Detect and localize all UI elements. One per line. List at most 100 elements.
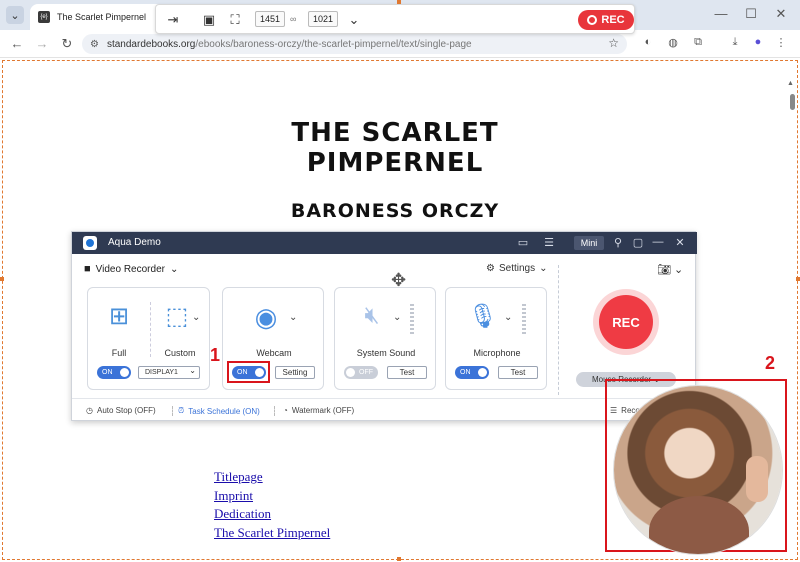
footer-separator [274, 406, 275, 416]
aqua-window-title: Aqua Demo [108, 237, 161, 248]
pin-icon[interactable]: ⚲ [610, 236, 626, 249]
scroll-thumb[interactable] [790, 94, 795, 110]
aqua-demo-window: Aqua Demo ▭ ☰ Mini ⚲ ▢ — ✕ ■ Video Recor… [71, 231, 697, 422]
toolbar-rec-button[interactable]: REC [578, 10, 634, 30]
watermark-button[interactable]: ◔ Watermark (OFF) [283, 406, 354, 415]
region-resize-handle[interactable] [0, 277, 4, 281]
toc-link[interactable]: Dedication [214, 505, 330, 524]
tab-title: The Scarlet Pimpernel [57, 12, 147, 22]
link-icon: ∞ [290, 14, 297, 24]
region-width-input[interactable]: 1451 [255, 11, 285, 27]
address-toolbar: ← → ↻ ⚙ standardebooks.org/ebooks/barone… [0, 30, 800, 58]
task-schedule-button[interactable]: ⏰︎ Task Schedule (ON) [178, 406, 260, 416]
webcam-person-hand [746, 456, 768, 502]
system-sound-card: 🔇︎ ⌄ System Sound OFF Test [334, 287, 436, 390]
book-author: BARONESS ORCZY [290, 200, 500, 222]
clock-icon: ◷ [86, 406, 93, 415]
browser-menu-icon[interactable]: ⋮ [773, 36, 789, 49]
region-resize-handle[interactable] [397, 0, 401, 4]
mini-mode-button[interactable]: Mini [574, 236, 604, 250]
chevron-down-icon[interactable]: ⌄ [504, 312, 512, 323]
display-select[interactable]: DISPLAY1 ⌄ [138, 366, 200, 379]
compact-view-icon[interactable]: ▢ [630, 236, 646, 249]
video-recorder-dropdown[interactable]: ■ Video Recorder ⌄ [84, 263, 178, 275]
toc-link[interactable]: The Scarlet Pimpernel [214, 524, 330, 543]
aqua-footer: ◷ Auto Stop (OFF) ⏰︎ Task Schedule (ON) ◔ W… [72, 398, 697, 422]
toc-link[interactable]: Titlepage [214, 468, 330, 487]
reload-icon[interactable]: ↻ [58, 36, 76, 52]
custom-label: Custom [164, 348, 196, 358]
region-height-input[interactable]: 1021 [308, 11, 338, 27]
region-resize-handle[interactable] [796, 277, 800, 281]
webcam-person-body [649, 496, 749, 554]
close-window-icon[interactable]: ✕ [771, 6, 791, 22]
webcam-icon[interactable]: ◉ [249, 302, 283, 333]
extension-icon[interactable]: ◐ [640, 36, 656, 48]
close-icon[interactable]: ✕ [672, 236, 688, 249]
microphone-toggle[interactable]: ON [455, 366, 489, 379]
collapse-toolbar-icon[interactable]: ⇥ [164, 12, 182, 28]
book-title: THE SCARLET PIMPERNEL [291, 118, 499, 178]
full-label: Full [111, 348, 127, 358]
menu-icon[interactable]: ☰ [541, 236, 557, 249]
tab-search-chevron-icon[interactable]: ⌄ [6, 6, 24, 24]
url-text: standardebooks.org/ebooks/baroness-orczy… [106, 38, 472, 50]
feedback-icon[interactable]: ▭ [515, 236, 531, 249]
back-arrow-icon[interactable]: ← [8, 36, 26, 51]
system-sound-label: System Sound [356, 348, 416, 358]
chevron-down-icon: ⌄ [539, 263, 548, 274]
alarm-clock-icon: ⏰︎ [178, 406, 185, 415]
table-of-contents: Titlepage Imprint Dedication The Scarlet… [214, 468, 330, 542]
chevron-down-icon[interactable]: ⌄ [192, 312, 200, 323]
microphone-test-button[interactable]: Test [498, 366, 538, 379]
toc-link[interactable]: Imprint [214, 487, 330, 506]
footer-separator [172, 406, 173, 416]
fullscreen-region-icon[interactable]: ▣ [200, 12, 218, 28]
chevron-down-icon[interactable]: ⌄ [289, 312, 297, 323]
region-resize-handle[interactable] [397, 557, 401, 561]
download-icon[interactable]: ⤓ [727, 36, 743, 49]
recording-region-toolbar: ⇥ ▣ ⛶ 1451 ∞ 1021 ⌄ REC [155, 4, 635, 34]
speaker-muted-icon[interactable]: 🔇︎ [355, 302, 389, 330]
auto-stop-button[interactable]: ◷ Auto Stop (OFF) [86, 406, 156, 415]
extensions-menu-icon[interactable]: ⧉ [690, 36, 706, 49]
display-toggle[interactable]: ON [97, 366, 131, 379]
annotation-number-1: 1 [210, 345, 221, 365]
profile-avatar-icon[interactable]: ● [750, 36, 766, 48]
full-screen-icon[interactable]: ⊞ [104, 302, 134, 331]
custom-region-icon[interactable]: ⬚ [162, 302, 192, 331]
settings-dropdown[interactable]: ⚙ Settings ⌄ [486, 263, 548, 274]
webcam-preview[interactable] [614, 386, 782, 554]
site-info-icon[interactable]: ⚙ [90, 39, 99, 50]
minimize-icon[interactable]: — [650, 236, 666, 248]
maximize-window-icon[interactable]: ☐ [741, 6, 761, 22]
webcam-setting-button[interactable]: Setting [275, 366, 315, 379]
page-scrollbar[interactable]: ▲ [787, 80, 797, 560]
scroll-up-arrow-icon[interactable]: ▲ [787, 80, 794, 87]
volume-level-bar [410, 304, 414, 334]
chevron-down-icon[interactable]: ⌄ [393, 312, 401, 323]
card-divider [150, 302, 151, 357]
chevron-down-icon[interactable]: ⌄ [345, 12, 363, 28]
minimize-window-icon[interactable]: — [711, 6, 731, 21]
record-dot-icon [587, 15, 598, 25]
microphone-icon[interactable]: 🎙︎ [466, 302, 500, 331]
extension-puzzle-icon[interactable]: ◍ [665, 36, 681, 49]
site-favicon-icon: {e} [38, 11, 50, 23]
aqua-titlebar: Aqua Demo ▭ ☰ Mini ⚲ ▢ — ✕ [72, 232, 697, 254]
system-sound-toggle[interactable]: OFF [344, 366, 378, 379]
rec-button[interactable]: REC [593, 289, 659, 355]
gear-icon: ⚙ [486, 263, 495, 274]
fit-region-icon[interactable]: ⛶ [226, 12, 244, 28]
url-omnibox[interactable]: ⚙ standardebooks.org/ebooks/baroness-orc… [82, 34, 627, 54]
screenshot-camera-icon[interactable]: 📷︎ ⌄ [657, 263, 683, 276]
video-camera-icon: ■ [84, 263, 91, 275]
aqua-logo-icon [83, 236, 97, 250]
annotation-number-2: 2 [765, 353, 776, 373]
system-sound-test-button[interactable]: Test [387, 366, 427, 379]
microphone-card: 🎙︎ ⌄ Microphone ON Test [445, 287, 547, 390]
forward-arrow-icon[interactable]: → [33, 36, 51, 51]
webcam-label: Webcam [256, 348, 292, 358]
chevron-down-icon: ⌄ [169, 263, 179, 275]
bookmark-star-icon[interactable]: ☆ [608, 36, 619, 50]
